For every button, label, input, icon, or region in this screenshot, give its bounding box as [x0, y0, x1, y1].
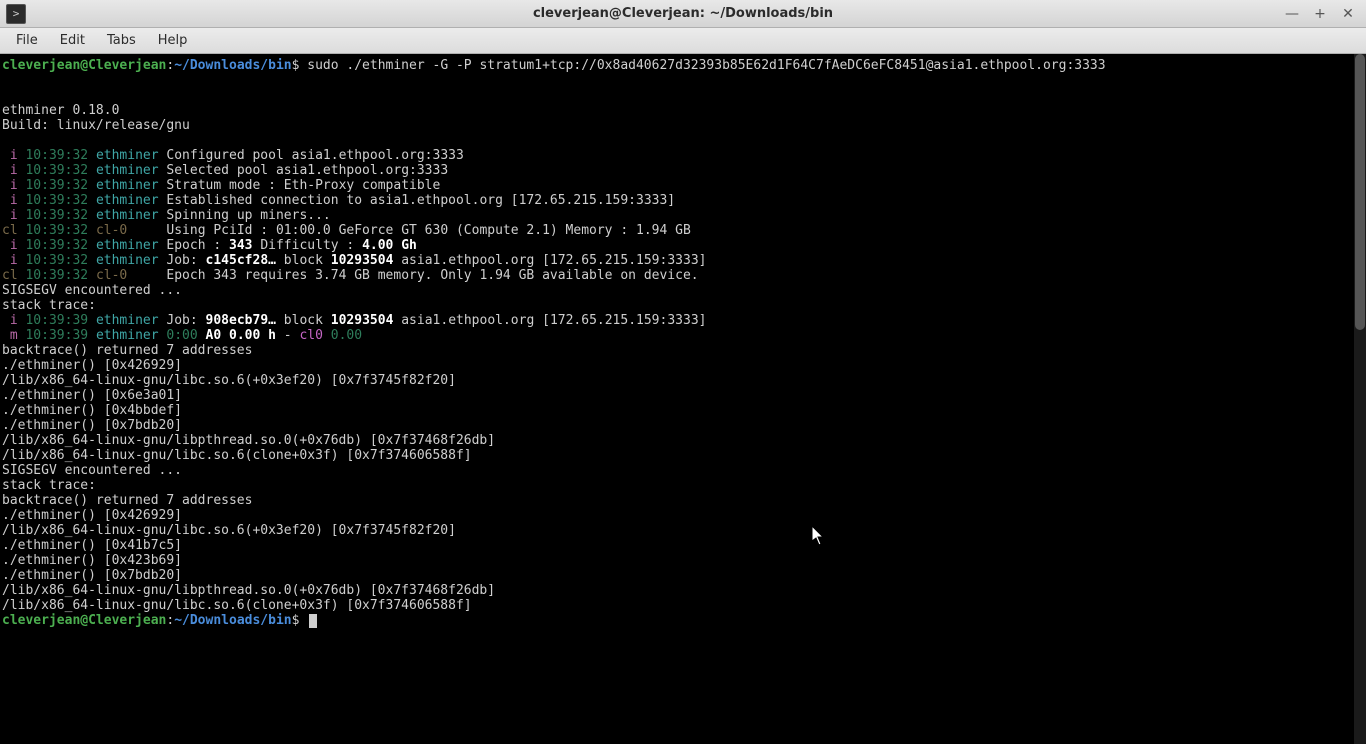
maximize-button[interactable]: +: [1312, 6, 1328, 22]
menu-help[interactable]: Help: [148, 30, 198, 51]
terminal-window: cleverjean@Cleverjean: ~/Downloads/bin —…: [0, 0, 1366, 744]
menu-tabs[interactable]: Tabs: [97, 30, 146, 51]
scrollbar[interactable]: [1354, 54, 1366, 744]
terminal-icon: [6, 4, 26, 24]
menu-edit[interactable]: Edit: [50, 30, 95, 51]
terminal-output[interactable]: cleverjean@Cleverjean:~/Downloads/bin$ s…: [0, 54, 1366, 744]
titlebar[interactable]: cleverjean@Cleverjean: ~/Downloads/bin —…: [0, 0, 1366, 28]
scrollbar-thumb[interactable]: [1355, 54, 1365, 330]
window-controls: — + ✕: [1284, 6, 1366, 22]
menubar: File Edit Tabs Help: [0, 28, 1366, 54]
menu-file[interactable]: File: [6, 30, 48, 51]
window-title: cleverjean@Cleverjean: ~/Downloads/bin: [533, 6, 833, 21]
cursor: [309, 614, 317, 628]
close-button[interactable]: ✕: [1340, 6, 1356, 22]
minimize-button[interactable]: —: [1284, 6, 1300, 22]
